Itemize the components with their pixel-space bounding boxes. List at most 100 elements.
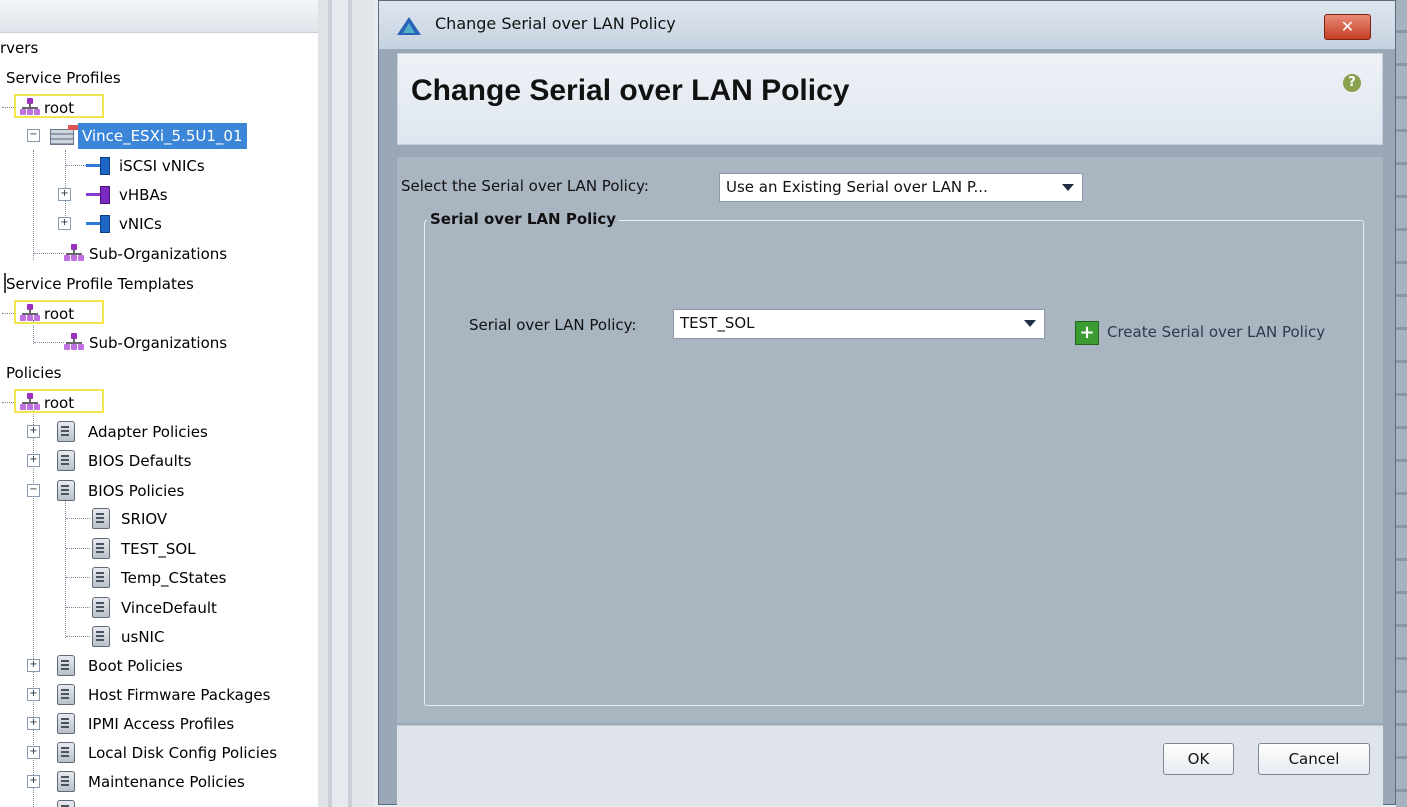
tree-connector — [66, 636, 90, 637]
policy-icon — [92, 538, 110, 559]
dialog-footer — [397, 725, 1383, 806]
sol-policy-dropdown[interactable]: TEST_SOL — [673, 309, 1045, 339]
tree-header: rvers — [0, 34, 38, 60]
expand-icon[interactable]: + — [27, 746, 40, 759]
tree-item-boot-policies[interactable]: + Boot Policies — [0, 652, 183, 678]
policy-icon — [92, 508, 110, 529]
expand-icon[interactable]: + — [27, 425, 40, 438]
tree-item-temp-cstates[interactable]: Temp_CStates — [0, 564, 226, 590]
dialog-titlebar[interactable]: Change Serial over LAN Policy ✕ — [379, 1, 1395, 49]
tree-item-label: root — [44, 98, 75, 117]
expand-icon[interactable]: + — [27, 717, 40, 730]
cancel-button[interactable]: Cancel — [1258, 743, 1370, 775]
tree-item-usnic[interactable]: usNIC — [0, 623, 164, 649]
dialog-header: Change Serial over LAN Policy ? — [397, 53, 1383, 145]
tree-connector — [34, 253, 64, 254]
expand-icon[interactable]: + — [27, 775, 40, 788]
tree-connector — [66, 518, 90, 519]
tree-item-label: Sub-Organizations — [89, 244, 228, 263]
tree-item-host-firmware-packages[interactable]: + Host Firmware Packages — [0, 681, 270, 707]
tree-item-label: Service Profiles — [6, 68, 121, 87]
policy-icon — [57, 684, 75, 705]
organization-icon — [20, 393, 40, 411]
policy-icon — [92, 567, 110, 588]
tree-item-iscsi-vnics[interactable]: iSCSI vNICs — [0, 152, 205, 178]
close-button[interactable]: ✕ — [1324, 14, 1371, 40]
policy-icon — [92, 597, 110, 618]
window-title: Change Serial over LAN Policy — [435, 14, 676, 33]
tree-item-root[interactable]: root — [0, 94, 104, 120]
sol-policy-section — [424, 220, 1364, 706]
tree-item-label: BIOS Policies — [88, 481, 185, 500]
section-title: Serial over LAN Policy — [427, 210, 620, 228]
tree-connector — [66, 165, 86, 166]
expand-icon[interactable]: + — [27, 688, 40, 701]
select-policy-dropdown[interactable]: Use an Existing Serial over LAN P... — [719, 173, 1083, 202]
tree-item-label: root — [44, 304, 75, 323]
tree-item-vincedefault[interactable]: VinceDefault — [0, 594, 217, 620]
tree-item-bios-policies[interactable]: − BIOS Policies — [0, 477, 184, 503]
tree-item-service-profile-templates[interactable]: Service Profile Templates — [0, 270, 194, 296]
tree-item-ipmi-access-profiles[interactable]: + IPMI Access Profiles — [0, 710, 234, 736]
policy-icon — [57, 771, 75, 792]
tree-item-label: usNIC — [121, 627, 165, 646]
background-window-edge — [1396, 0, 1407, 807]
tree-item-label: Maintenance Policies — [88, 772, 245, 791]
tree-item-label: Temp_CStates — [121, 568, 227, 587]
server-icon — [50, 125, 78, 145]
chevron-down-icon — [1024, 320, 1036, 327]
change-sol-policy-dialog: Change Serial over LAN Policy ✕ Change S… — [378, 0, 1396, 806]
create-sol-policy-label: Create Serial over LAN Policy — [1107, 323, 1326, 341]
tree-connector — [66, 607, 90, 608]
policy-icon — [92, 626, 110, 647]
tree-item-label: iSCSI vNICs — [119, 156, 205, 175]
expand-icon[interactable]: + — [27, 659, 40, 672]
sol-policy-label: Serial over LAN Policy: — [469, 316, 637, 334]
navigation-tree: rvers Service Profiles root − Vince_ESXi… — [0, 0, 318, 807]
collapse-icon[interactable]: − — [27, 129, 40, 142]
tree-item-label: VinceDefault — [121, 598, 217, 617]
tree-connector — [66, 548, 90, 549]
tree-item-sub-organizations[interactable]: Sub-Organizations — [0, 329, 227, 355]
organization-icon — [64, 333, 84, 351]
expand-icon[interactable]: + — [58, 188, 71, 201]
expand-icon[interactable]: + — [27, 454, 40, 467]
tree-item-sub-organizations[interactable]: Sub-Organizations — [0, 240, 227, 266]
tree-item-vhbas[interactable]: + vHBAs — [0, 181, 168, 207]
tree-item-root[interactable]: root — [0, 389, 104, 415]
tree-item-maintenance-policies[interactable]: + Maintenance Policies — [0, 768, 245, 794]
select-policy-value: Use an Existing Serial over LAN P... — [726, 178, 988, 196]
tree-item-vnics[interactable]: + vNICs — [0, 210, 162, 236]
tree-item-local-disk-config-policies[interactable]: + Local Disk Config Policies — [0, 739, 277, 765]
tree-item-root[interactable]: root — [0, 300, 104, 326]
tree-item-label: Vince_ESXi_5.5U1_01 — [78, 122, 247, 149]
tree-item-label: Policies — [6, 363, 62, 382]
tree-item-service-profiles[interactable]: Service Profiles — [0, 64, 121, 90]
policy-icon — [57, 742, 75, 763]
tree-item-sriov[interactable]: SRIOV — [0, 505, 167, 531]
policy-icon — [57, 713, 75, 734]
host-bus-adapter-icon — [86, 185, 112, 204]
tree-connector — [34, 342, 64, 343]
expand-icon[interactable]: + — [58, 217, 71, 230]
policy-icon — [57, 800, 75, 807]
tree-item-label: TEST_SOL — [121, 539, 196, 558]
policy-icon — [57, 450, 75, 471]
chevron-down-icon — [1062, 184, 1074, 191]
pane-splitter[interactable] — [318, 0, 374, 807]
tree-connector — [66, 577, 90, 578]
help-icon[interactable]: ? — [1343, 74, 1361, 92]
network-adapter-icon — [86, 156, 112, 175]
policy-icon — [57, 421, 75, 442]
collapse-icon[interactable]: − — [27, 484, 40, 497]
ok-button[interactable]: OK — [1163, 743, 1234, 775]
tree-connector — [2, 313, 16, 314]
tree-item-test-sol[interactable]: TEST_SOL — [0, 535, 196, 561]
tree-item-adapter-policies[interactable]: + Adapter Policies — [0, 418, 208, 444]
tree-item-policies[interactable]: Policies — [0, 359, 61, 385]
tree-item-bios-defaults[interactable]: + BIOS Defaults — [0, 447, 191, 473]
organization-icon — [20, 98, 40, 116]
tree-item-service-profile[interactable]: − Vince_ESXi_5.5U1_01 — [0, 122, 247, 149]
tree-item-label: vNICs — [119, 214, 162, 233]
organization-icon — [20, 304, 40, 322]
